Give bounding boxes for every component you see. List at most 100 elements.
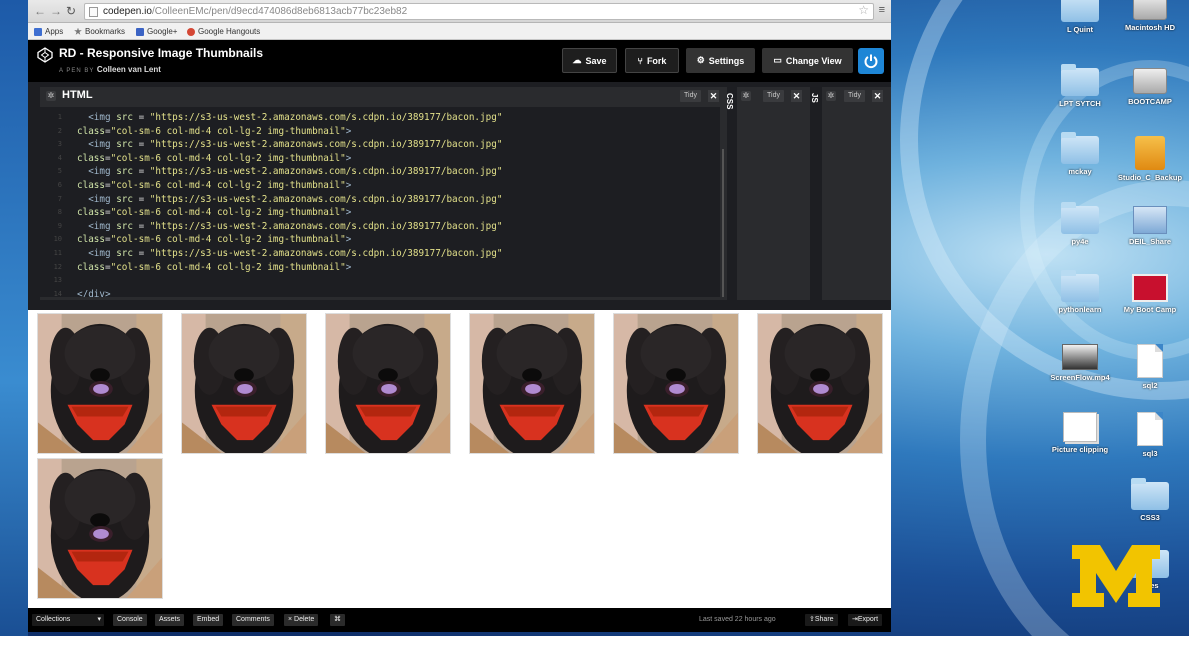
desktop-icon-studio-c-backup[interactable]: Studio_C_Backup [1110,136,1189,182]
collections-dropdown[interactable]: Collections ▾ [32,614,104,626]
code-token: "https://s3-us-west-2.amazonaws.com/s.cd… [149,248,503,259]
desktop-icon-lpt-sytch[interactable]: LPT SYTCH [1040,64,1120,108]
html-tidy-button[interactable]: Tidy [680,90,701,102]
change-view-label: Change View [785,55,842,66]
code-token: "col-sm-6 col-md-4 col-lg-2 img-thumbnai… [110,234,346,246]
html-close-button[interactable]: ✕ [708,90,719,102]
bookmark-star-icon[interactable]: ☆ [858,3,869,17]
desktop-icon-picture-clipping[interactable]: Picture clipping [1040,412,1120,454]
js-close-button[interactable]: ✕ [872,90,883,102]
comments-button[interactable]: Comments [232,614,274,626]
js-settings-gear-icon[interactable]: ✲ [826,91,836,101]
js-tidy-button[interactable]: Tidy [844,90,865,102]
bookmark-bookmarks[interactable]: Bookmarks [74,27,125,36]
google-plus-icon [136,27,144,36]
desktop-icon-label: ScreenFlow.mp4 [1050,373,1110,382]
code-line: class="col-sm-6 col-md-4 col-lg-2 img-th… [77,125,351,139]
reload-icon[interactable]: ↻ [66,4,76,18]
code-line: <img src = "https://s3-us-west-2.amazona… [77,111,502,125]
export-button[interactable]: ⇥Export [848,614,883,626]
css-close-button[interactable]: ✕ [791,90,802,102]
css-settings-gear-icon[interactable]: ✲ [741,91,751,101]
html-settings-gear-icon[interactable]: ✲ [46,91,56,101]
keyboard-shortcuts-button[interactable]: ⌘ [330,614,345,626]
collections-label: Collections [36,616,71,623]
image-thumbnail [37,313,163,454]
desktop-icon-label: mckay [1068,167,1092,176]
line-number: 10 [53,235,62,244]
power-icon [864,54,878,69]
hard-drive-icon [1133,68,1167,94]
code-token: = [133,166,150,178]
chevron-down-icon: ▾ [97,616,101,623]
code-line: <img src = "https://s3-us-west-2.amazona… [77,247,502,261]
line-number: 9 [57,221,62,230]
line-number: 12 [53,262,62,271]
code-token: src [116,112,133,123]
css-pane-label[interactable]: CSS [725,93,734,109]
embed-button[interactable]: Embed [193,614,224,626]
folder-icon [1061,270,1099,302]
bookmark-google-hangouts[interactable]: Google Hangouts [187,27,260,36]
image-thumbnail [469,313,595,454]
js-pane-label[interactable]: JS [810,93,819,103]
share-button[interactable]: ⇪Share [805,614,838,626]
code-token: "col-sm-6 col-md-4 col-lg-2 img-thumbnai… [110,152,346,164]
desktop-icon-screenflow-mp4[interactable]: ScreenFlow.mp4 [1040,344,1120,382]
desktop-icon-sql3[interactable]: sql3 [1110,412,1189,458]
pen-title[interactable]: RD - Responsive Image Thumbnails [59,46,263,60]
desktop-icon-my-boot-camp[interactable]: My Boot Camp [1110,274,1189,314]
desktop-icon-css3[interactable]: CSS3 [1110,478,1189,522]
desktop-icon-label: CSS3 [1140,513,1160,522]
css-editor-pane: ✲ CSS Tidy ✕ [725,87,810,300]
html-code-editor[interactable]: 1 <img src = "https://s3-us-west-2.amazo… [40,107,720,297]
code-token: "col-sm-6 col-md-4 col-lg-2 img-thumbnai… [110,207,346,219]
desktop-icon-sql2[interactable]: sql2 [1110,344,1189,390]
fork-button[interactable]: ⑂ Fork [625,48,679,73]
code-token: <img [88,166,117,178]
desktop-icon-label: DEIL_Share [1128,237,1172,246]
dog-image [38,459,162,598]
back-arrow-icon[interactable]: ← [34,4,46,18]
page-icon [89,7,98,17]
line-number: 1 [57,113,62,121]
pen-byline: A PEN BY Colleen van Lent [59,65,161,74]
line-number: 5 [57,167,62,176]
desktop-icon-label: Studio_C_Backup [1117,173,1183,182]
css-tidy-button[interactable]: Tidy [763,90,784,102]
cloud-icon: ☁ [572,55,582,65]
bookmark-apps[interactable]: Apps [34,27,63,36]
desktop-icon-py4e[interactable]: py4e [1040,202,1120,246]
code-token: > [345,152,352,164]
assets-button[interactable]: Assets [155,614,185,626]
desktop-icon-label: sql2 [1142,381,1158,390]
image-thumbnail [181,313,307,454]
desktop-icon-deil-share[interactable]: DEIL_Share [1110,206,1189,246]
codepen-footer: Collections ▾ Console Assets Embed Commen… [28,608,891,632]
desktop-icon-pythonlearn[interactable]: pythonlearn [1040,270,1120,314]
desktop-icon-macintosh-hd[interactable]: Macintosh HD [1110,0,1189,32]
user-menu-button[interactable] [858,48,884,74]
image-thumbnail [325,313,451,454]
desktop-icon-l-quint[interactable]: L Quint [1040,0,1120,34]
settings-button[interactable]: ⚙ Settings [686,48,755,73]
delete-button[interactable]: × Delete [284,614,319,626]
console-button[interactable]: Console [113,614,147,626]
code-token: "col-sm-6 col-md-4 col-lg-2 img-thumbnai… [110,261,346,273]
save-label: Save [585,55,607,66]
menu-icon[interactable]: ≡ [879,3,885,17]
bookmark-google-plus[interactable]: Google+ [136,27,177,36]
html-editor-scrollbar[interactable] [722,149,724,297]
pen-author[interactable]: Colleen van Lent [97,65,161,74]
desktop-icon-mckay[interactable]: mckay [1040,132,1120,176]
change-view-button[interactable]: ▭ Change View [762,48,853,73]
save-button[interactable]: ☁ Save [562,48,617,73]
url-path: /ColleenEMc/pen/d9ecd474086d8eb6813acb77… [151,6,408,17]
document-icon [1137,344,1163,378]
forward-arrow-icon[interactable]: → [50,4,62,18]
address-bar[interactable]: codepen.io/ColleenEMc/pen/d9ecd474086d8e… [84,3,874,20]
codepen-logo-icon[interactable] [37,47,53,63]
editor-resize-handle[interactable] [28,302,891,310]
code-token: <img [88,248,117,259]
desktop-icon-bootcamp[interactable]: BOOTCAMP [1110,68,1189,106]
